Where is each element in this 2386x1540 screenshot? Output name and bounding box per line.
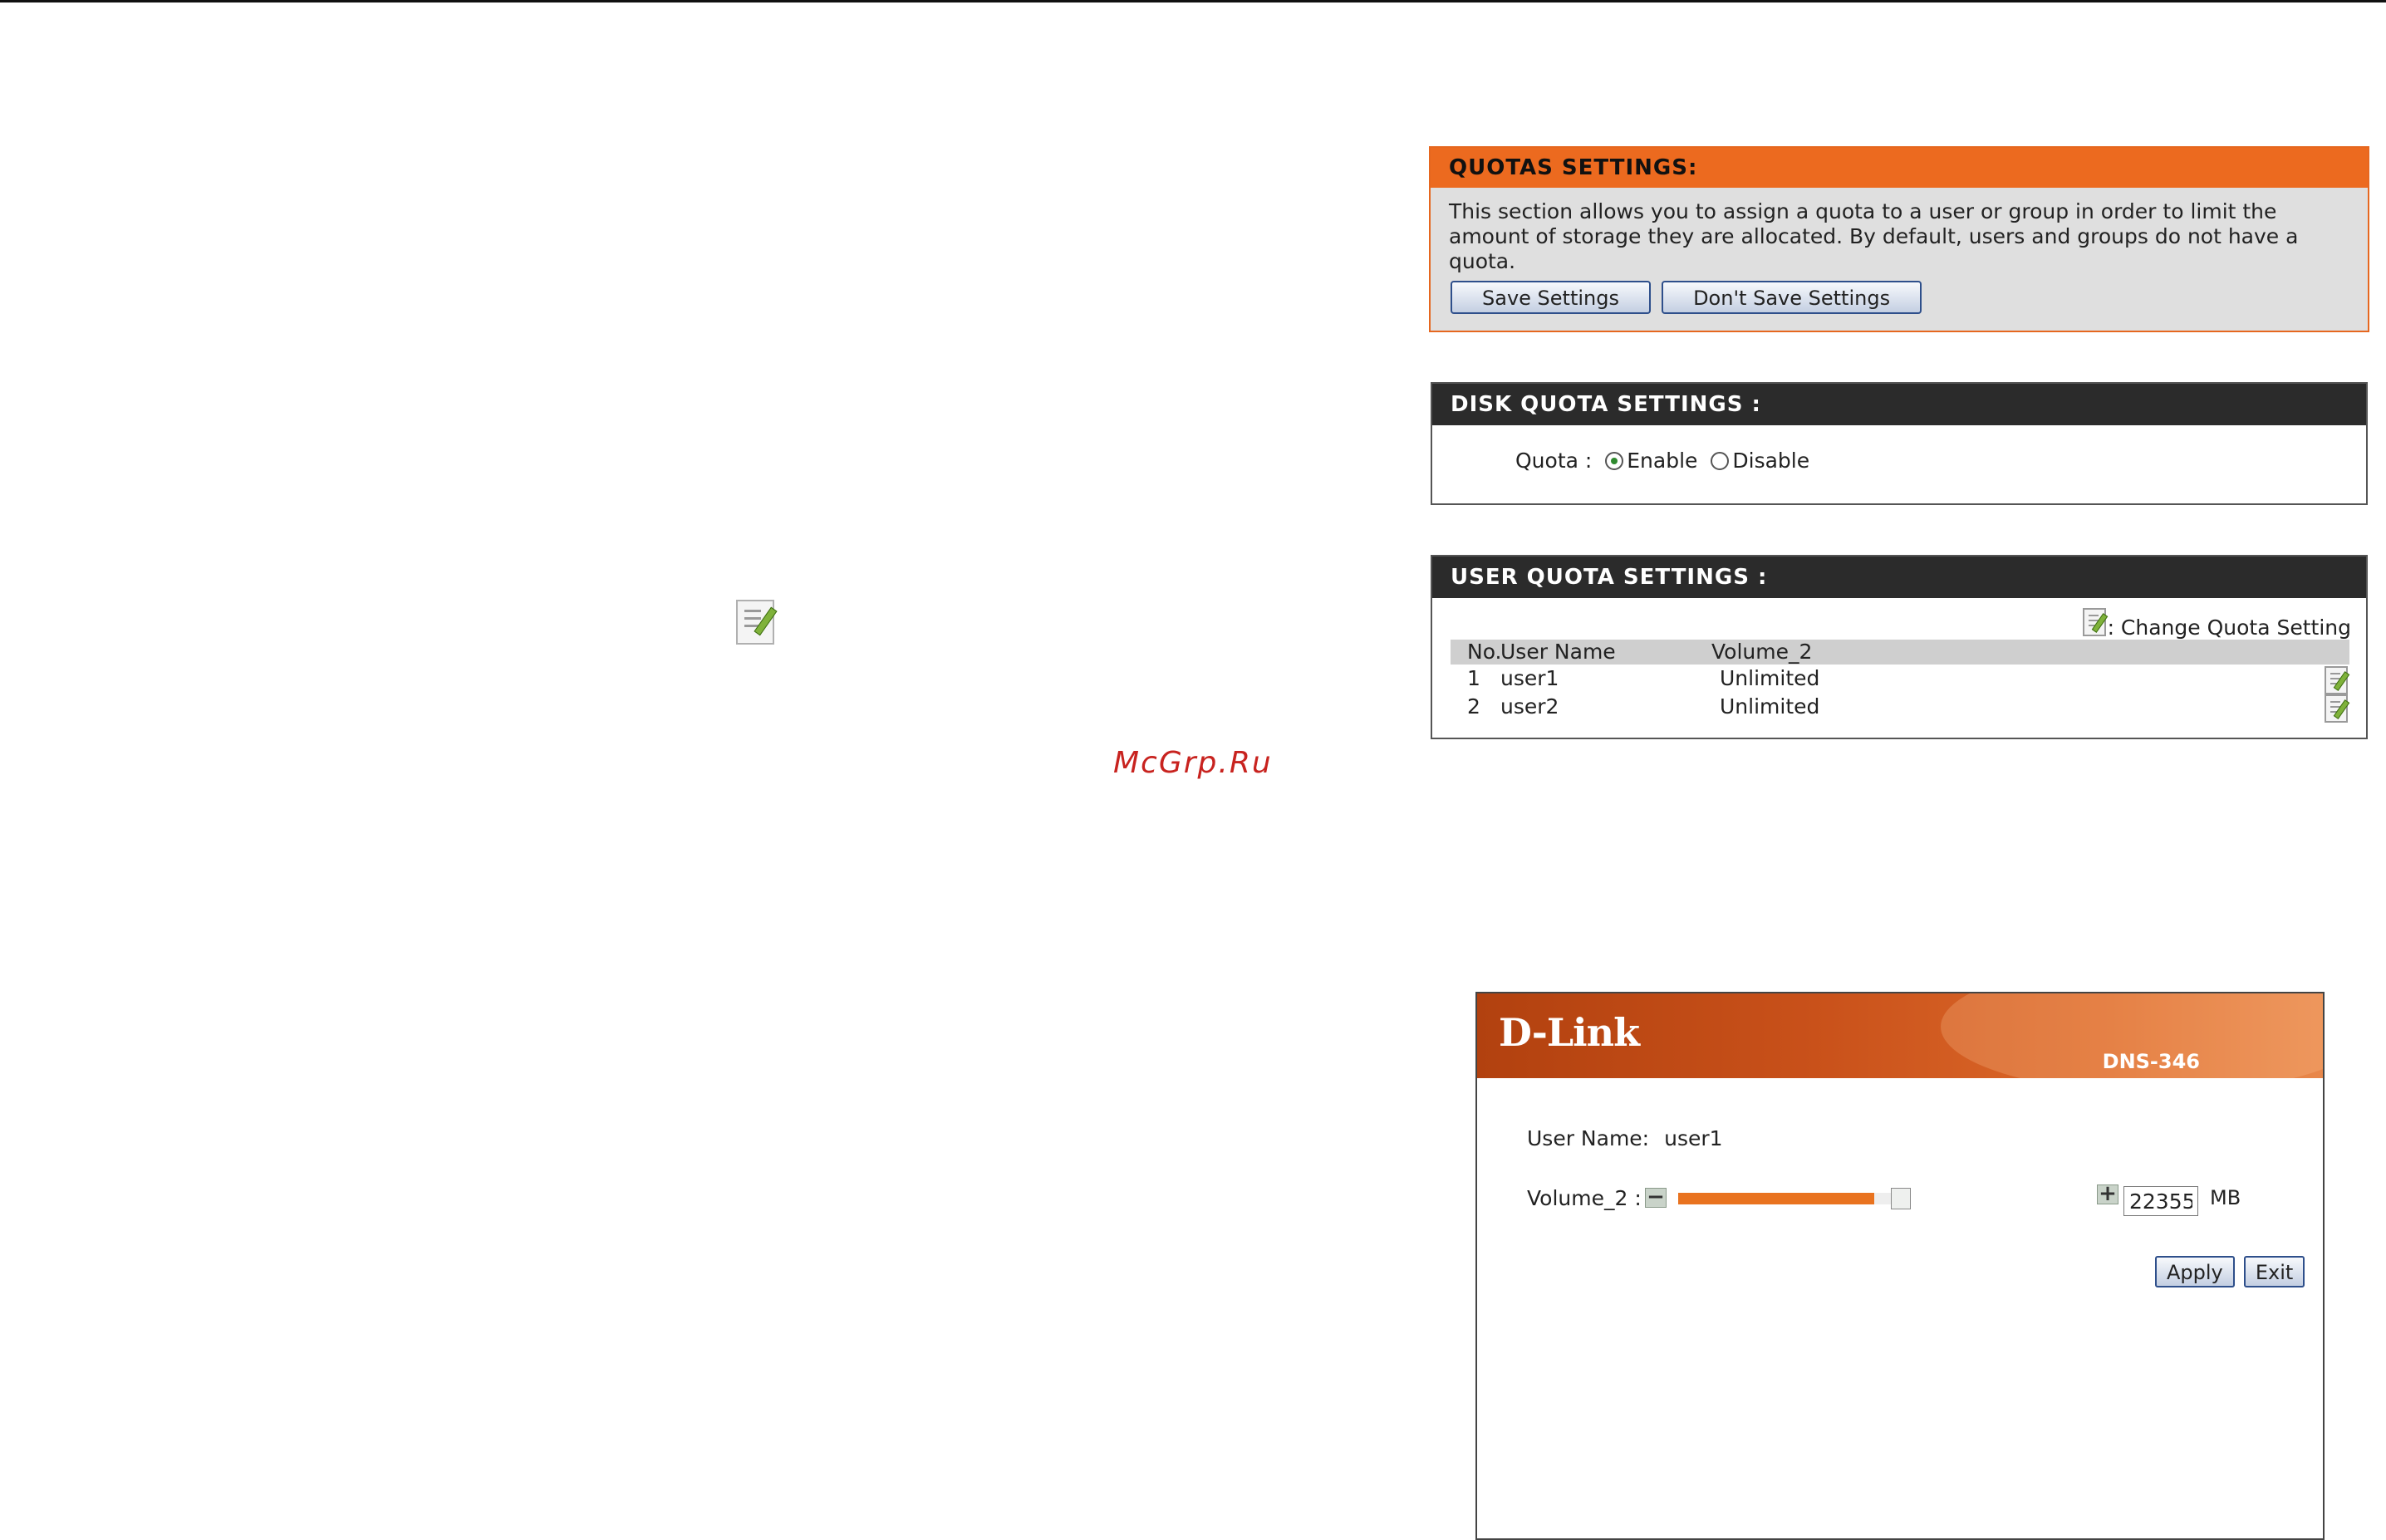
quota-label: Quota :	[1515, 449, 1593, 473]
change-quota-legend: : Change Quota Setting	[2082, 608, 2351, 640]
quota-disable-label[interactable]: Disable	[1732, 449, 1809, 473]
quotas-settings-panel: QUOTAS SETTINGS: This section allows you…	[1429, 146, 2369, 332]
user-quota-panel: USER QUOTA SETTINGS : : Change Quota Set…	[1431, 555, 2368, 739]
volume-label: Volume_2 :	[1527, 1186, 1642, 1210]
edit-glyph	[736, 600, 774, 645]
user-name-label: User Name:	[1527, 1126, 1650, 1150]
volume-quota-input[interactable]	[2123, 1186, 2198, 1216]
increase-button[interactable]: +	[2097, 1183, 2118, 1204]
column-header-volume: Volume_2	[1711, 640, 1813, 664]
row-no: 1	[1467, 666, 1480, 690]
column-header-name: User Name	[1500, 640, 1616, 664]
user-quota-table: No. User Name Volume_2 1 user1 Unlimited…	[1451, 640, 2349, 723]
column-header-no: No.	[1467, 640, 1502, 664]
quota-radio-group: Quota : Enable Disable	[1515, 449, 1809, 473]
table-row: 1 user1 Unlimited	[1451, 665, 2349, 694]
dont-save-settings-button[interactable]: Don't Save Settings	[1662, 281, 1922, 314]
row-user-name: user1	[1500, 666, 1559, 690]
quota-disable-radio[interactable]	[1711, 452, 1730, 470]
edit-quota-icon[interactable]	[2325, 694, 2348, 723]
change-quota-legend-text: : Change Quota Setting	[2107, 616, 2351, 640]
row-volume: Unlimited	[1720, 666, 1820, 690]
edit-icon	[2082, 608, 2106, 636]
user-name-value: user1	[1664, 1126, 1723, 1150]
row-no: 2	[1467, 694, 1480, 719]
volume-slider-track[interactable]	[1678, 1193, 1891, 1204]
volume-unit: MB	[2210, 1186, 2241, 1209]
disk-quota-title: DISK QUOTA SETTINGS :	[1432, 384, 2366, 425]
quota-enable-label[interactable]: Enable	[1627, 449, 1697, 473]
model-label: DNS-346	[2102, 1050, 2200, 1073]
save-settings-button[interactable]: Save Settings	[1451, 281, 1651, 314]
quota-edit-actions: Apply Exit	[2155, 1256, 2310, 1287]
quota-enable-radio[interactable]	[1605, 452, 1624, 470]
dlink-logo: D-Link	[1499, 1010, 1640, 1055]
exit-button[interactable]: Exit	[2243, 1256, 2305, 1287]
table-header: No. User Name Volume_2	[1451, 640, 2349, 665]
quota-edit-window: D-Link DNS-346 User Name: user1 Volume_2 …	[1475, 992, 2325, 1540]
table-row: 2 user2 Unlimited	[1451, 693, 2349, 723]
disk-quota-panel: DISK QUOTA SETTINGS : Quota : Enable Dis…	[1431, 382, 2368, 505]
quotas-settings-title: QUOTAS SETTINGS:	[1431, 148, 2368, 188]
top-rule	[0, 0, 2386, 2]
edit-icon	[736, 600, 776, 645]
user-name-row: User Name: user1	[1527, 1126, 1723, 1150]
volume-slider-handle[interactable]	[1891, 1188, 1911, 1209]
volume-slider-fill	[1678, 1193, 1874, 1204]
row-volume: Unlimited	[1720, 694, 1820, 719]
watermark: McGrp.Ru	[1113, 746, 1273, 780]
user-quota-title: USER QUOTA SETTINGS :	[1432, 557, 2366, 598]
apply-button[interactable]: Apply	[2155, 1256, 2235, 1287]
quotas-settings-description: This section allows you to assign a quot…	[1449, 199, 2299, 273]
row-user-name: user2	[1500, 694, 1559, 719]
decrease-button[interactable]: −	[1645, 1186, 1667, 1208]
dlink-banner: D-Link DNS-346	[1477, 993, 2323, 1078]
quotas-settings-buttons: Save Settings Don't Save Settings	[1451, 281, 1928, 314]
edit-quota-icon[interactable]	[2325, 666, 2348, 694]
